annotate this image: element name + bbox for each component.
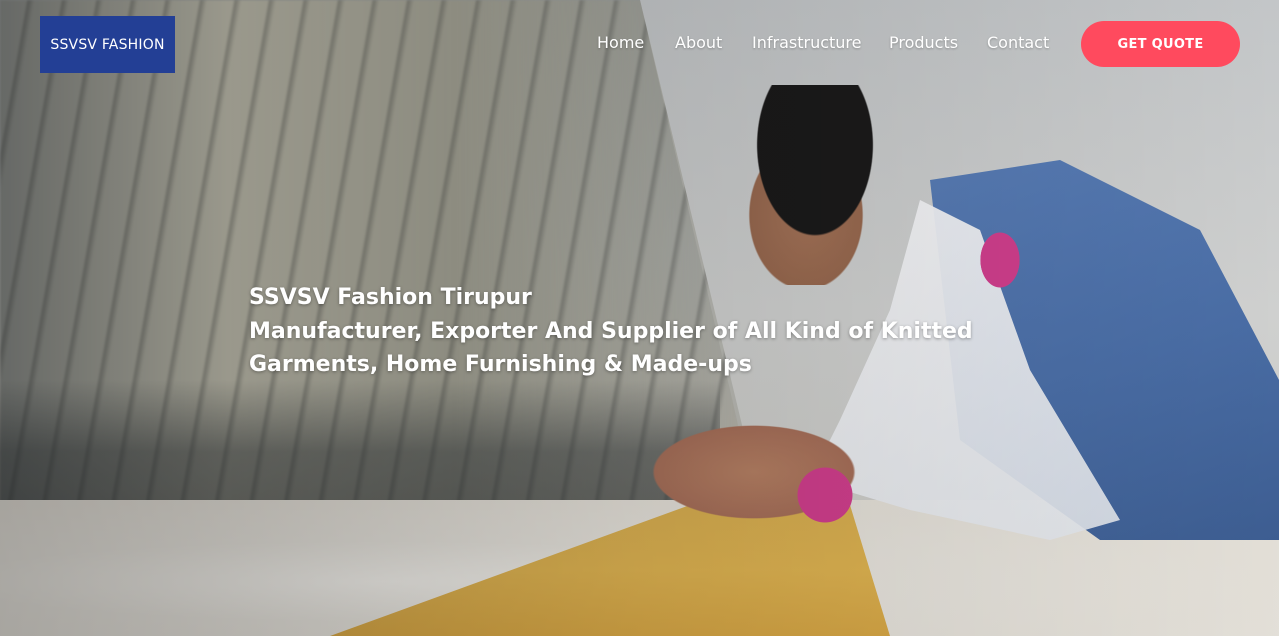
nav-infrastructure-link[interactable]: Infrastructure xyxy=(752,33,861,52)
get-quote-button[interactable]: GET QUOTE xyxy=(1081,21,1240,67)
hero-subtitle-line-1: Manufacturer, Exporter And Supplier of A… xyxy=(249,318,973,344)
nav-products-link[interactable]: Products xyxy=(889,33,958,52)
hero-headline: SSVSV Fashion Tirupur Manufacturer, Expo… xyxy=(249,281,1009,382)
hero-subtitle-line-2: Garments, Home Furnishing & Made-ups xyxy=(249,352,752,377)
nav-contact-link[interactable]: Contact xyxy=(987,33,1049,52)
hero-title: SSVSV Fashion Tirupur xyxy=(249,285,532,310)
nav-about-link[interactable]: About xyxy=(675,33,722,52)
hero-section: SSVSV FASHION Home About Infrastructure … xyxy=(0,0,1279,636)
nav-home-link[interactable]: Home xyxy=(597,33,644,52)
